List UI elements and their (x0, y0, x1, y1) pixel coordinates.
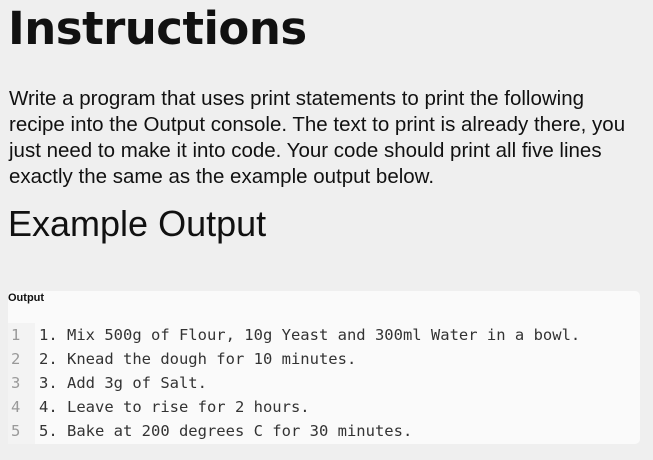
output-line: 5 5. Bake at 200 degrees C for 30 minutes… (8, 419, 580, 443)
line-number: 3 (11, 374, 21, 392)
line-text: 4. Leave to rise for 2 hours. (39, 398, 310, 416)
line-number: 2 (11, 350, 21, 368)
line-text: 1. Mix 500g of Flour, 10g Yeast and 300m… (39, 326, 581, 344)
output-panel: Output 1 1. Mix 500g of Flour, 10g Yeast … (8, 291, 640, 444)
output-line: 4 4. Leave to rise for 2 hours. (8, 395, 580, 419)
output-code: 1 1. Mix 500g of Flour, 10g Yeast and 300… (8, 323, 580, 443)
line-text: 5. Bake at 200 degrees C for 30 minutes. (39, 422, 413, 440)
line-number: 1 (11, 326, 21, 344)
line-number: 4 (11, 398, 21, 416)
example-output-heading: Example Output (8, 203, 267, 244)
output-line: 2 2. Knead the dough for 10 minutes. (8, 347, 580, 371)
line-text: 2. Knead the dough for 10 minutes. (39, 350, 357, 368)
line-text: 3. Add 3g of Salt. (39, 374, 207, 392)
output-panel-title: Output (8, 292, 45, 304)
line-number: 5 (11, 422, 21, 440)
page-title: Instructions (8, 2, 307, 55)
output-line: 1 1. Mix 500g of Flour, 10g Yeast and 300… (8, 323, 580, 347)
output-line: 3 3. Add 3g of Salt. (8, 371, 580, 395)
instructions-text: Write a program that uses print statemen… (9, 87, 626, 188)
